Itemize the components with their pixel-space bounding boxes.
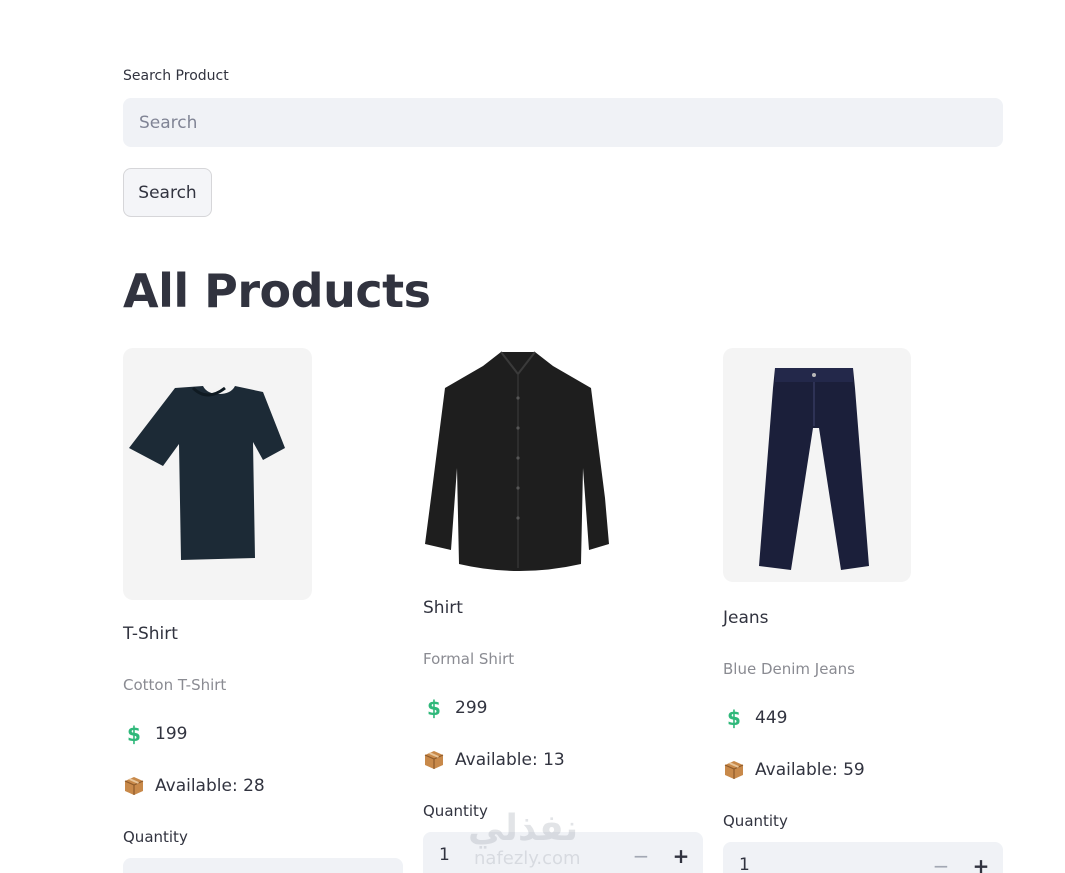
- quantity-value: 1: [739, 855, 750, 873]
- dollar-icon: $: [127, 722, 141, 746]
- quantity-stepper[interactable]: 1 − +: [423, 832, 703, 873]
- quantity-stepper[interactable]: 1 − +: [723, 842, 1003, 873]
- product-description: Blue Denim Jeans: [723, 660, 855, 678]
- quantity-label: Quantity: [123, 828, 188, 846]
- search-input[interactable]: [123, 98, 1003, 147]
- price-value: 299: [455, 698, 488, 718]
- availability-text: Available: 28: [155, 776, 265, 796]
- product-price: $ 299: [423, 697, 487, 719]
- search-label: Search Product: [123, 68, 229, 84]
- t-shirt-image: [123, 348, 312, 600]
- product-description: Formal Shirt: [423, 650, 515, 668]
- increment-button[interactable]: +: [665, 840, 697, 872]
- increment-button[interactable]: +: [965, 850, 997, 873]
- decrement-button[interactable]: −: [625, 840, 657, 872]
- product-name: Jeans: [723, 608, 769, 628]
- quantity-label: Quantity: [423, 802, 488, 820]
- product-name: T-Shirt: [123, 624, 178, 644]
- product-description: Cotton T-Shirt: [123, 676, 227, 694]
- product-availability: Available: 59: [723, 759, 865, 781]
- jeans-image: [723, 348, 911, 582]
- availability-text: Available: 59: [755, 760, 865, 780]
- product-availability: Available: 28: [123, 775, 265, 797]
- availability-text: Available: 13: [455, 750, 565, 770]
- package-icon: [423, 749, 445, 771]
- quantity-value: 1: [439, 845, 450, 865]
- dollar-icon: $: [427, 696, 441, 720]
- price-value: 449: [755, 708, 788, 728]
- product-price: $ 199: [123, 723, 187, 745]
- package-icon: [723, 759, 745, 781]
- product-price: $ 449: [723, 707, 787, 729]
- product-name: Shirt: [423, 598, 463, 618]
- dollar-icon: $: [727, 706, 741, 730]
- page-title: All Products: [123, 264, 431, 318]
- price-value: 199: [155, 724, 188, 744]
- quantity-stepper[interactable]: [123, 858, 403, 873]
- shirt-image: [423, 348, 612, 576]
- decrement-button[interactable]: −: [925, 850, 957, 873]
- package-icon: [123, 775, 145, 797]
- quantity-label: Quantity: [723, 812, 788, 830]
- search-button[interactable]: Search: [123, 168, 212, 217]
- product-availability: Available: 13: [423, 749, 565, 771]
